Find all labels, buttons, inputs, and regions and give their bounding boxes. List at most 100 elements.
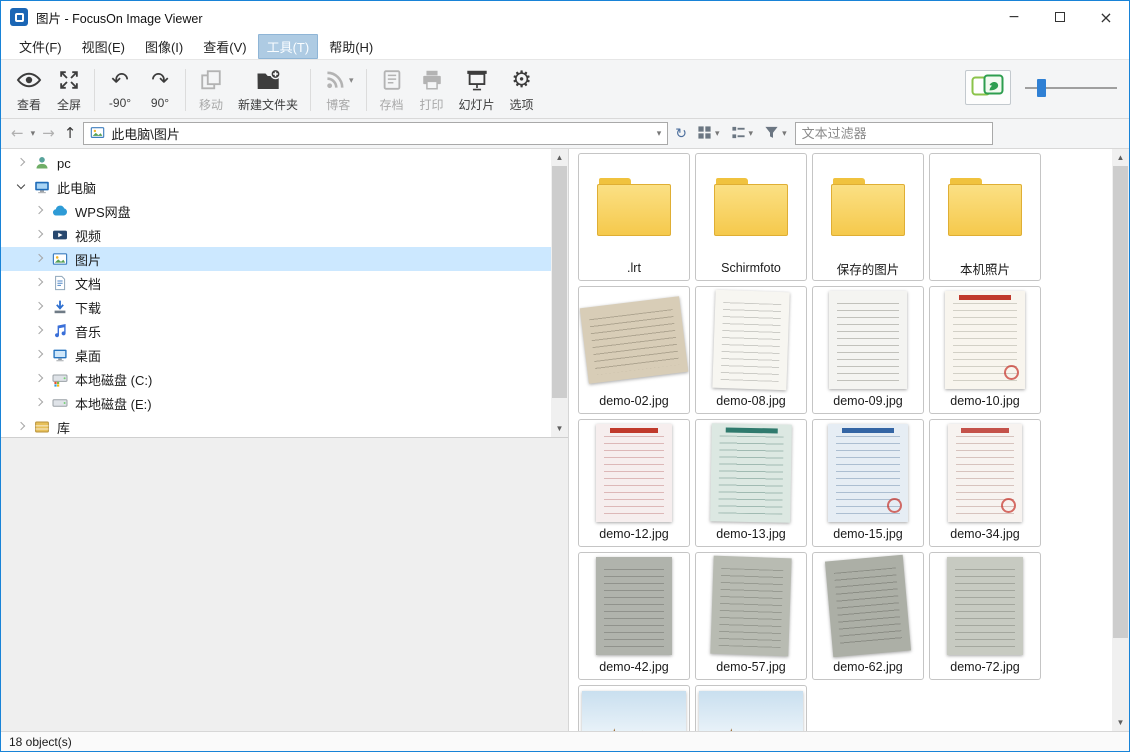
move-button[interactable]: 移动 <box>191 64 231 116</box>
view-mode-button[interactable]: ▾ <box>694 123 723 145</box>
grid-item-7[interactable]: demo-10.jpg <box>929 286 1041 414</box>
grid-item-name: demo-72.jpg <box>950 660 1020 674</box>
tree-item-8[interactable]: 桌面 <box>1 343 551 367</box>
folder-icon <box>714 178 788 236</box>
tree-item-0[interactable]: pc <box>1 151 551 175</box>
expand-chevron-icon[interactable] <box>33 228 47 242</box>
tree-item-1[interactable]: 此电脑 <box>1 175 551 199</box>
address-bar[interactable]: 此电脑\图片 ▾ <box>83 122 669 145</box>
expand-chevron-icon[interactable] <box>33 252 47 266</box>
rotate-left-button[interactable]: ↶ -90° <box>100 64 140 116</box>
scroll-up-icon[interactable]: ▲ <box>1112 149 1129 166</box>
options-button[interactable]: ⚙ 选项 <box>502 64 542 116</box>
new-folder-label: 新建文件夹 <box>238 98 299 112</box>
grid-item-10[interactable]: demo-15.jpg <box>812 419 924 547</box>
dual-image-green-button[interactable] <box>965 70 1011 105</box>
expand-chevron-icon[interactable] <box>33 372 47 386</box>
folder-icon <box>597 178 671 236</box>
menu-item-1[interactable]: 视图(E) <box>73 34 134 59</box>
grid-item-14[interactable]: demo-62.jpg <box>812 552 924 680</box>
tree-item-9[interactable]: 本地磁盘 (C:) <box>1 367 551 391</box>
refresh-icon[interactable]: ↻ <box>673 127 689 141</box>
grid-item-17[interactable] <box>695 685 807 731</box>
grid-item-16[interactable] <box>578 685 690 731</box>
grid-item-15[interactable]: demo-72.jpg <box>929 552 1041 680</box>
expand-chevron-icon[interactable] <box>15 180 29 194</box>
menu-item-3[interactable]: 查看(V) <box>194 34 255 59</box>
grid-item-8[interactable]: demo-12.jpg <box>578 419 690 547</box>
tree-item-11[interactable]: 库 <box>1 415 551 437</box>
expand-chevron-icon[interactable] <box>33 300 47 314</box>
grid-item-5[interactable]: demo-08.jpg <box>695 286 807 414</box>
tree-item-4[interactable]: 图片 <box>1 247 551 271</box>
back-icon[interactable]: ← <box>9 126 26 141</box>
grid-item-1[interactable]: Schirmfoto <box>695 153 807 281</box>
maximize-button[interactable] <box>1037 1 1083 33</box>
scroll-down-icon[interactable]: ▼ <box>1112 714 1129 731</box>
scroll-down-icon[interactable]: ▼ <box>551 420 568 437</box>
grid-item-0[interactable]: .lrt <box>578 153 690 281</box>
address-dropdown-caret-icon[interactable]: ▾ <box>657 128 662 139</box>
slideshow-button[interactable]: 幻灯片 <box>452 64 502 116</box>
view-button[interactable]: 查看 <box>9 64 49 116</box>
tree-item-10[interactable]: 本地磁盘 (E:) <box>1 391 551 415</box>
grid-item-9[interactable]: demo-13.jpg <box>695 419 807 547</box>
expand-chevron-icon[interactable] <box>15 420 29 434</box>
menu-item-4[interactable]: 工具(T) <box>257 33 319 59</box>
scroll-up-icon[interactable]: ▲ <box>551 149 568 166</box>
tree-item-3[interactable]: 视频 <box>1 223 551 247</box>
new-folder-button[interactable]: 新建文件夹 <box>231 64 305 116</box>
minimize-button[interactable]: − <box>991 1 1037 33</box>
tree-item-6[interactable]: 下载 <box>1 295 551 319</box>
grid-item-11[interactable]: demo-34.jpg <box>929 419 1041 547</box>
grid-scrollbar[interactable]: ▲ ▼ <box>1112 149 1129 731</box>
expand-chevron-icon[interactable] <box>15 156 29 170</box>
grid-item-13[interactable]: demo-57.jpg <box>695 552 807 680</box>
grid-item-2[interactable]: 保存的图片 <box>812 153 924 281</box>
expand-chevron-icon[interactable] <box>33 348 47 362</box>
new-folder-icon <box>255 66 281 94</box>
expand-chevron-icon[interactable] <box>33 276 47 290</box>
window-title: 图片 - FocusOn Image Viewer <box>36 11 203 26</box>
slider-handle[interactable] <box>1037 78 1046 97</box>
grid-scrollbar-thumb[interactable] <box>1113 166 1128 638</box>
grid-item-12[interactable]: demo-42.jpg <box>578 552 690 680</box>
tree-item-7[interactable]: 音乐 <box>1 319 551 343</box>
grid-item-4[interactable]: demo-02.jpg <box>578 286 690 414</box>
expand-chevron-icon[interactable] <box>33 324 47 338</box>
forward-icon[interactable]: → <box>40 126 57 141</box>
print-button[interactable]: 打印 <box>412 64 452 116</box>
expand-chevron-icon[interactable] <box>33 396 47 410</box>
tree-item-2[interactable]: WPS网盘 <box>1 199 551 223</box>
thumbnail <box>813 420 923 522</box>
menu-item-5[interactable]: 帮助(H) <box>320 34 382 59</box>
grid-item-3[interactable]: 本机照片 <box>929 153 1041 281</box>
preview-pane <box>1 437 568 731</box>
zoom-slider[interactable] <box>1025 77 1117 99</box>
tree-item-5[interactable]: 文档 <box>1 271 551 295</box>
grid-item-6[interactable]: demo-09.jpg <box>812 286 924 414</box>
archive-button[interactable]: 存档 <box>372 64 412 116</box>
up-icon[interactable]: ↑ <box>62 126 79 141</box>
thumbnail <box>930 154 1040 256</box>
close-button[interactable]: × <box>1083 1 1129 33</box>
window-controls: − × <box>991 1 1129 33</box>
menu-item-0[interactable]: 文件(F) <box>10 34 71 59</box>
expand-chevron-icon[interactable] <box>33 204 47 218</box>
menu-item-2[interactable]: 图像(I) <box>136 34 192 59</box>
tree-scrollbar[interactable]: ▲ ▼ <box>551 149 568 437</box>
document-thumbnail <box>948 424 1022 522</box>
history-caret-icon[interactable]: ▾ <box>31 128 36 139</box>
rotate-right-icon: ↷ <box>151 68 169 92</box>
fullscreen-button[interactable]: 全屏 <box>49 64 89 116</box>
document-thumbnail <box>712 289 790 391</box>
rotate-right-button[interactable]: ↷ 90° <box>140 64 180 116</box>
text-filter-input[interactable] <box>794 122 993 145</box>
tree-item-label: 桌面 <box>75 348 102 364</box>
filter-button[interactable]: ▾ <box>761 123 790 145</box>
blog-button[interactable]: ▾ 博客 <box>316 64 361 116</box>
tree-scrollbar-thumb[interactable] <box>552 166 567 398</box>
thumbnail <box>696 686 806 731</box>
blog-button-label: 博客 <box>326 98 351 112</box>
sort-button[interactable]: ▾ <box>728 123 757 145</box>
